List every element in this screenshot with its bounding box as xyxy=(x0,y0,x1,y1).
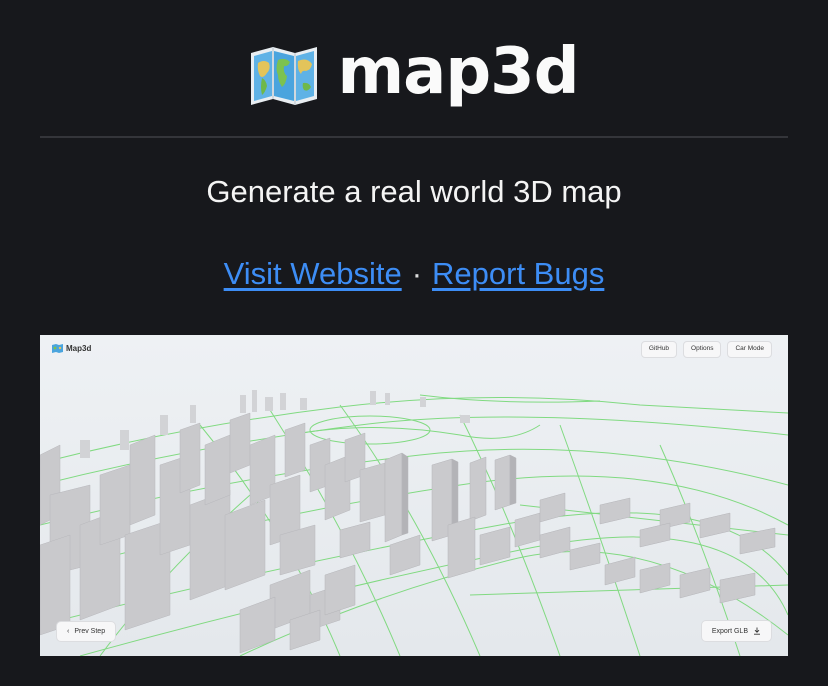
visit-website-link[interactable]: Visit Website xyxy=(224,256,402,291)
prev-step-label: Prev Step xyxy=(74,628,106,635)
subtitle: Generate a real world 3D map xyxy=(206,174,622,209)
app-logo: Map3d xyxy=(52,344,91,353)
export-label: Export GLB xyxy=(711,627,748,635)
options-button[interactable]: Options xyxy=(683,341,722,358)
car-mode-button[interactable]: Car Mode xyxy=(727,341,772,358)
city-3d-scene xyxy=(40,335,788,656)
export-glb-button[interactable]: Export GLB xyxy=(700,620,772,642)
report-bugs-link[interactable]: Report Bugs xyxy=(432,256,604,291)
top-toolbar: GitHub Options Car Mode xyxy=(640,341,772,358)
download-icon xyxy=(754,627,760,635)
header: map3d xyxy=(0,36,828,116)
links-row: Visit Website · Report Bugs xyxy=(0,256,828,292)
prev-step-button[interactable]: ‹ Prev Step xyxy=(56,621,117,642)
github-button[interactable]: GitHub xyxy=(640,341,678,358)
page-title: map3d xyxy=(337,35,579,109)
world-map-icon xyxy=(251,47,318,105)
chevron-left-icon: ‹ xyxy=(67,628,70,635)
world-map-icon xyxy=(52,344,63,353)
app-name: Map3d xyxy=(66,344,92,353)
divider xyxy=(40,136,788,138)
link-separator: · xyxy=(411,256,423,291)
preview-screenshot: Map3d GitHub Options Car Mode ‹ Prev Ste… xyxy=(40,335,788,656)
